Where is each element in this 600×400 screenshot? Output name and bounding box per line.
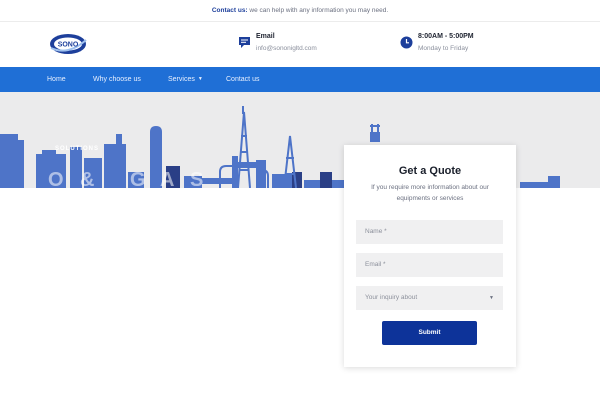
inquiry-select[interactable]: Your inquiry about ▼	[356, 286, 503, 310]
email-input[interactable]: Email *	[356, 253, 503, 277]
chevron-down-icon: ▼	[489, 295, 494, 301]
site-header: SONO Email info@sononigltd.com 8:00AM - …	[0, 22, 600, 67]
nav-item-why-choose-us[interactable]: Why choose us	[93, 67, 141, 92]
hero-overlay-text: SOLUTIONS	[55, 146, 100, 152]
main-nav: Home Why choose us Services ▼ Contact us	[0, 67, 600, 92]
nav-item-services[interactable]: Services ▼	[168, 67, 203, 92]
top-contact-bar: Contact us: we can help with any informa…	[0, 0, 600, 22]
hours-days: Monday to Friday	[418, 45, 469, 52]
chevron-down-icon: ▼	[197, 76, 203, 82]
contact-us-label: Contact us:	[211, 7, 248, 14]
svg-text:&: &	[80, 169, 94, 188]
name-placeholder: Name *	[365, 228, 387, 235]
sono-logo[interactable]: SONO	[48, 30, 88, 58]
submit-button[interactable]: Submit	[382, 321, 477, 345]
nav-item-home[interactable]: Home	[47, 67, 66, 92]
name-input[interactable]: Name *	[356, 220, 503, 244]
quote-subtitle: If you require more information about ou…	[371, 184, 489, 202]
svg-text:G: G	[130, 169, 146, 188]
clock-icon	[400, 36, 413, 49]
email-title: Email	[256, 33, 275, 40]
svg-text:S: S	[190, 169, 203, 188]
email-placeholder: Email *	[365, 261, 386, 268]
nav-item-contact-us[interactable]: Contact us	[226, 67, 259, 92]
quote-form-card: Get a Quote If you require more informat…	[344, 145, 516, 367]
logo-text: SONO	[58, 42, 79, 49]
nav-item-services-label: Services	[168, 76, 195, 83]
email-address[interactable]: info@sononigltd.com	[256, 45, 317, 52]
hours-title: 8:00AM - 5:00PM	[418, 33, 474, 40]
inquiry-placeholder: Your inquiry about	[365, 294, 418, 301]
contact-us-text: we can help with any information you may…	[247, 7, 389, 14]
chat-icon	[238, 36, 251, 49]
svg-text:A: A	[160, 169, 174, 188]
svg-text:O: O	[48, 169, 64, 188]
quote-title: Get a Quote	[398, 165, 462, 177]
